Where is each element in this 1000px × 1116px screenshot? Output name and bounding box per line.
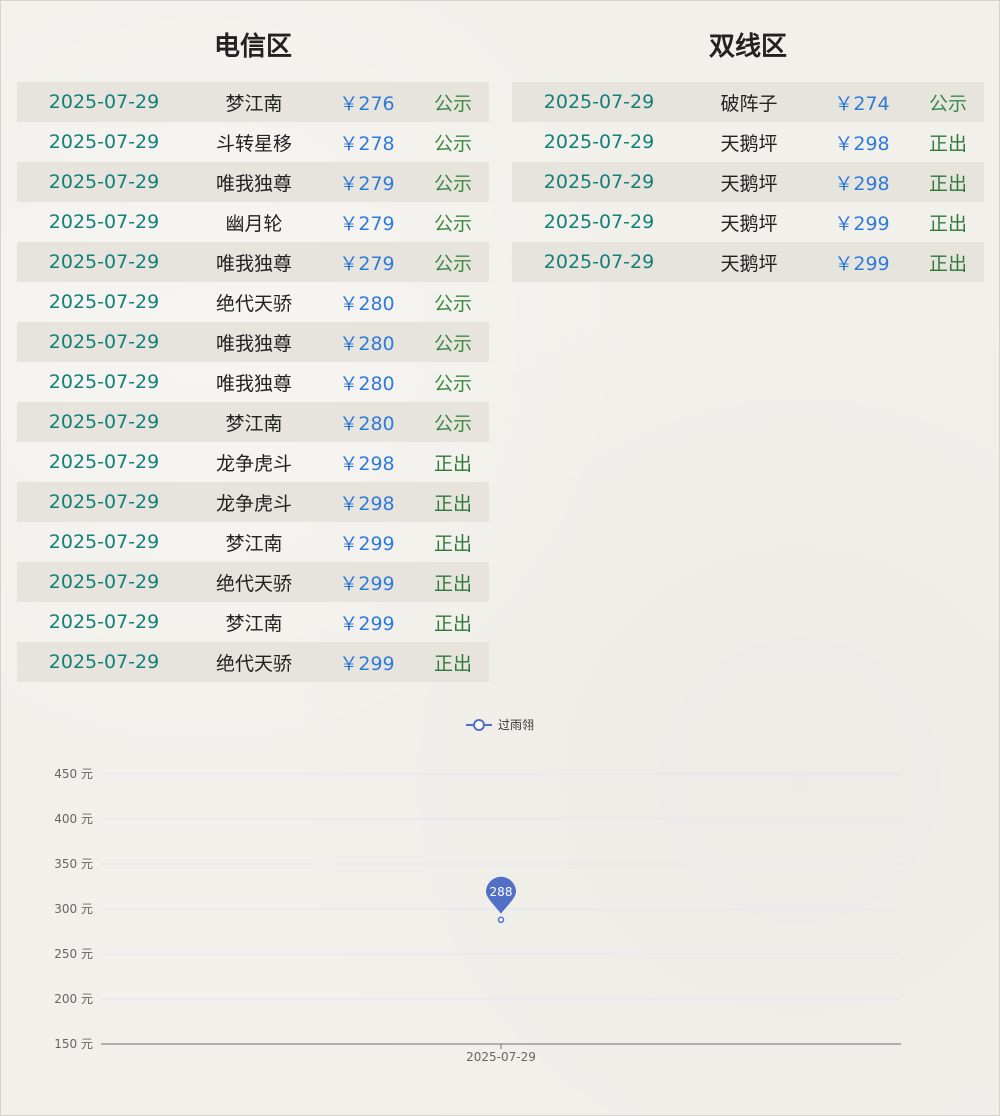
markpoint-label: 288 [490, 885, 513, 899]
data-point [497, 916, 505, 924]
y-tick-label: 400 元 [54, 812, 93, 826]
price-chart: 150 元 200 元 250 元 300 元 350 元 400 元 450 元 2025-… [54, 767, 901, 1064]
x-tick-label: 2025-07-29 [466, 1050, 536, 1064]
y-tick-label: 450 元 [54, 767, 93, 781]
y-tick-label: 200 元 [54, 992, 93, 1006]
y-tick-label: 350 元 [54, 857, 93, 871]
y-tick-label: 300 元 [54, 902, 93, 916]
y-tick-label: 150 元 [54, 1037, 93, 1051]
y-tick-label: 250 元 [54, 947, 93, 961]
